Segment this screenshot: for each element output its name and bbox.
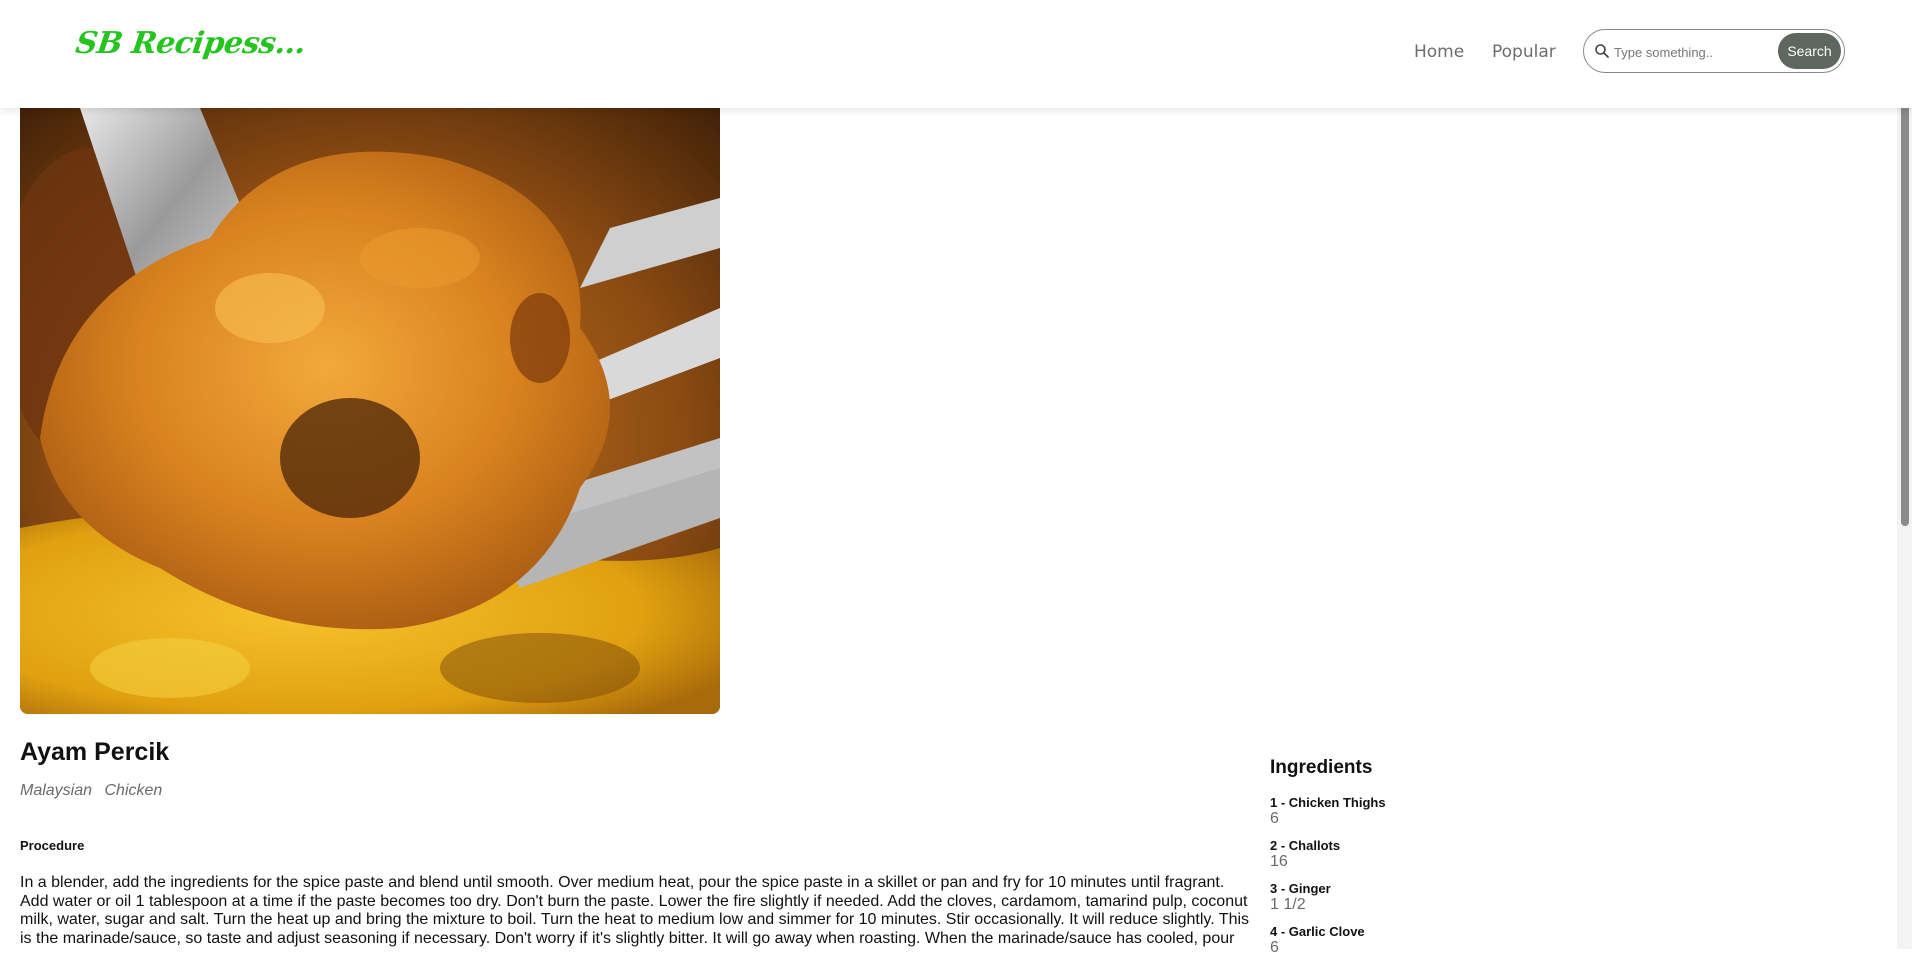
- tag-category: Chicken: [104, 782, 163, 799]
- ingredient-item: 4 - Garlic Clove 6: [1270, 924, 1670, 957]
- logo[interactable]: SB Recipess...: [74, 26, 308, 61]
- search-button[interactable]: Search: [1778, 33, 1841, 69]
- ingredient-item: 1 - Chicken Thighs 6: [1270, 795, 1670, 828]
- search-icon: [1595, 44, 1609, 58]
- recipe-tags: Malaysian Chicken: [20, 782, 170, 800]
- search-form: Search: [1583, 29, 1845, 73]
- ingredient-item: 3 - Ginger 1 1/2: [1270, 881, 1670, 914]
- ingredient-name: 2 - Challots: [1270, 838, 1341, 853]
- navbar: SB Recipess... Home Popular Search: [0, 0, 1912, 108]
- ingredient-name: 4 - Garlic Clove: [1270, 924, 1365, 939]
- ingredients-heading: Ingredients: [1270, 757, 1373, 778]
- nav-home-link[interactable]: Home: [1414, 42, 1464, 62]
- recipe-title: Ayam Percik: [20, 738, 170, 766]
- tag-cuisine: Malaysian: [20, 782, 93, 799]
- ingredient-quantity: 1 1/2: [1270, 896, 1306, 913]
- ingredients-panel: Ingredients 1 - Chicken Thighs 6 2 - Cha…: [1270, 757, 1670, 967]
- ingredient-quantity: 6: [1270, 939, 1279, 956]
- procedure-text: In a blender, add the ingredients for th…: [20, 874, 1250, 947]
- recipe-image: [20, 108, 720, 714]
- ingredient-name: 3 - Ginger: [1270, 881, 1331, 896]
- ingredient-quantity: 6: [1270, 810, 1279, 827]
- ingredient-item: 2 - Challots 16: [1270, 838, 1670, 871]
- ingredient-name: 1 - Chicken Thighs: [1270, 795, 1386, 810]
- procedure-heading: Procedure: [20, 838, 85, 853]
- page-scrollbar[interactable]: [1897, 0, 1912, 949]
- nav-popular-link[interactable]: Popular: [1492, 42, 1556, 62]
- search-input[interactable]: [1612, 40, 1776, 64]
- ingredient-quantity: 16: [1270, 853, 1288, 870]
